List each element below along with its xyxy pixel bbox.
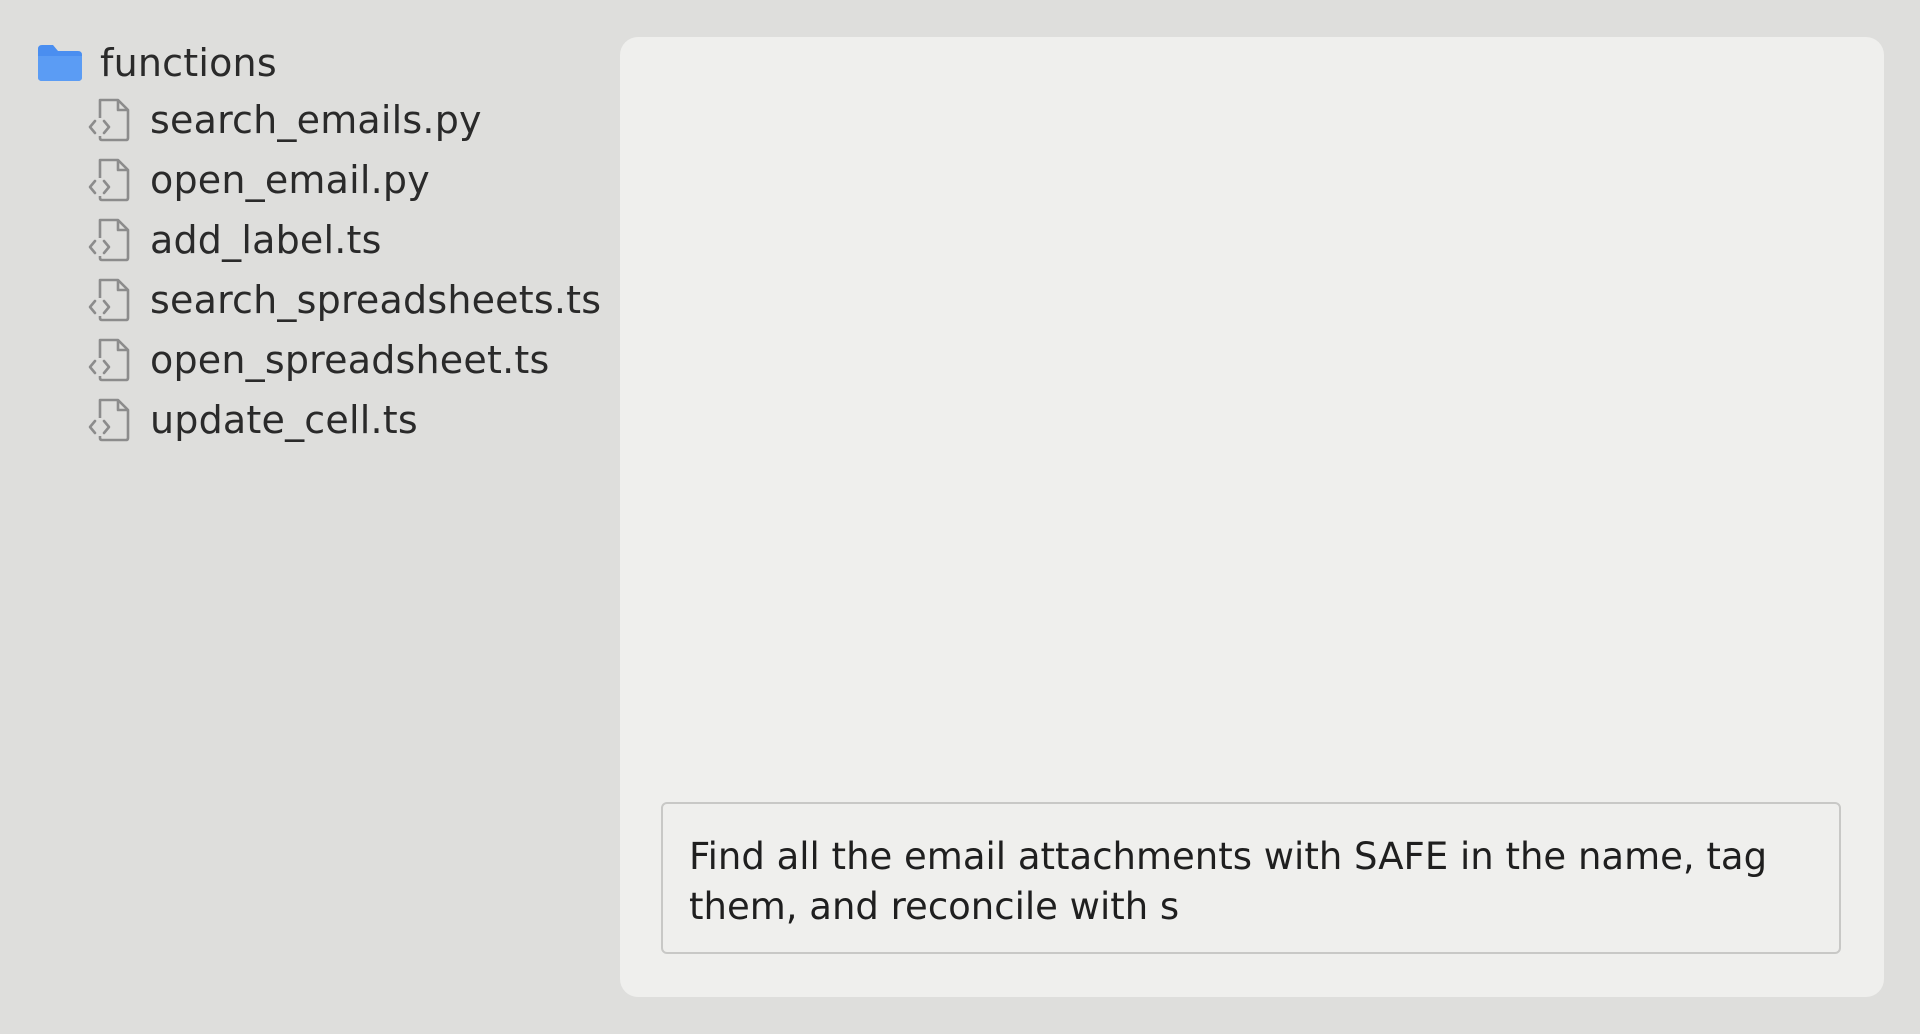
main-panel: Find all the email attachments with SAFE… bbox=[620, 37, 1884, 997]
workspace: functions search_emails.py open_email.py bbox=[0, 0, 1920, 1034]
file-item-update-cell[interactable]: update_cell.ts bbox=[36, 390, 596, 450]
file-label: update_cell.ts bbox=[150, 398, 418, 442]
code-file-icon bbox=[88, 218, 130, 262]
file-label: add_label.ts bbox=[150, 218, 382, 262]
file-item-open-email[interactable]: open_email.py bbox=[36, 150, 596, 210]
file-label: search_spreadsheets.ts bbox=[150, 278, 602, 322]
folder-label: functions bbox=[100, 41, 277, 85]
prompt-text[interactable]: Find all the email attachments with SAFE… bbox=[689, 832, 1813, 932]
file-tree: functions search_emails.py open_email.py bbox=[36, 36, 601, 450]
code-file-icon bbox=[88, 338, 130, 382]
folder-functions[interactable]: functions bbox=[36, 36, 596, 90]
prompt-input[interactable]: Find all the email attachments with SAFE… bbox=[661, 802, 1841, 954]
file-item-add-label[interactable]: add_label.ts bbox=[36, 210, 596, 270]
file-label: open_spreadsheet.ts bbox=[150, 338, 550, 382]
file-item-search-spreadsheets[interactable]: search_spreadsheets.ts bbox=[36, 270, 601, 330]
code-file-icon bbox=[88, 278, 130, 322]
file-item-search-emails[interactable]: search_emails.py bbox=[36, 90, 596, 150]
file-item-open-spreadsheet[interactable]: open_spreadsheet.ts bbox=[36, 330, 596, 390]
file-label: search_emails.py bbox=[150, 98, 482, 142]
code-file-icon bbox=[88, 98, 130, 142]
folder-icon bbox=[38, 45, 82, 81]
code-file-icon bbox=[88, 158, 130, 202]
code-file-icon bbox=[88, 398, 130, 442]
file-label: open_email.py bbox=[150, 158, 430, 202]
